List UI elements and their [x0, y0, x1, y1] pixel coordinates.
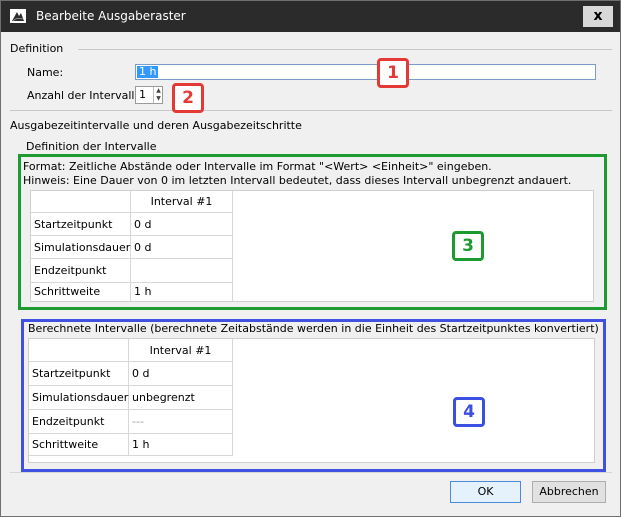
row-header: Startzeitpunkt — [29, 362, 129, 386]
row-header: Startzeitpunkt — [31, 213, 131, 236]
app-logo-icon — [10, 9, 26, 23]
interval-definition-table: Interval #1 Startzeitpunkt 0 d Simulatio… — [30, 190, 594, 302]
table-cell[interactable]: unbegrenzt — [129, 386, 233, 410]
intervals-count-spinbox[interactable]: 1 ▲ ▼ — [135, 86, 163, 104]
table-cell[interactable]: 0 d — [131, 236, 233, 259]
spin-up-icon[interactable]: ▲ — [154, 87, 163, 95]
computed-intervals-label: Berechnete Intervalle (berechnete Zeitab… — [28, 322, 599, 335]
window-title: Bearbeite Ausgaberaster — [36, 9, 186, 23]
column-header[interactable]: Interval #1 — [131, 191, 233, 213]
duration-hint: Hinweis: Eine Dauer von 0 im letzten Int… — [23, 174, 572, 187]
column-header[interactable]: Interval #1 — [129, 339, 233, 362]
annotation-badge-3: 3 — [452, 231, 484, 261]
row-header: Schrittweite — [31, 283, 131, 301]
row-header: Simulationsdauer — [29, 386, 129, 410]
format-hint: Format: Zeitliche Abstände oder Interval… — [23, 160, 492, 173]
table-cell[interactable]: 0 d — [131, 213, 233, 236]
table-cell[interactable]: 0 d — [129, 362, 233, 386]
name-input[interactable]: 1 h — [135, 64, 596, 80]
spin-buttons[interactable]: ▲ ▼ — [153, 87, 163, 103]
annotation-badge-4: 4 — [453, 397, 485, 427]
spin-down-icon[interactable]: ▼ — [154, 95, 163, 103]
row-header: Schrittweite — [29, 434, 129, 456]
title-bar[interactable]: Bearbeite Ausgaberaster x — [1, 1, 620, 32]
intervals-count-value: 1 — [139, 88, 146, 101]
row-header: Endzeitpunkt — [29, 410, 129, 434]
table-cell[interactable]: 1 h — [129, 434, 233, 456]
definition-section-label: Definition — [10, 42, 64, 55]
table-cell[interactable] — [131, 259, 233, 283]
ok-button[interactable]: OK — [450, 481, 521, 503]
interval-definition-label: Definition der Intervalle — [26, 140, 157, 153]
annotation-badge-1: 1 — [377, 58, 409, 88]
cancel-button[interactable]: Abbrechen — [532, 481, 606, 503]
output-section-label: Ausgabezeitintervalle und deren Ausgabez… — [10, 119, 302, 132]
close-button[interactable]: x — [583, 6, 613, 27]
row-header: Endzeitpunkt — [31, 259, 131, 283]
name-label: Name: — [27, 66, 64, 79]
dialog-window: Bearbeite Ausgaberaster x Definition Nam… — [0, 0, 621, 517]
table-cell[interactable]: 1 h — [131, 283, 233, 301]
computed-intervals-table: Interval #1 Startzeitpunkt 0 d Simulatio… — [28, 338, 595, 463]
separator — [78, 49, 612, 50]
annotation-badge-2: 2 — [172, 83, 204, 113]
separator — [10, 110, 612, 111]
table-cell[interactable]: --- — [129, 410, 233, 434]
intervals-count-label: Anzahl der Intervalle: — [27, 89, 145, 102]
separator — [10, 472, 612, 473]
name-input-value: 1 h — [137, 65, 159, 78]
row-header: Simulationsdauer — [31, 236, 131, 259]
